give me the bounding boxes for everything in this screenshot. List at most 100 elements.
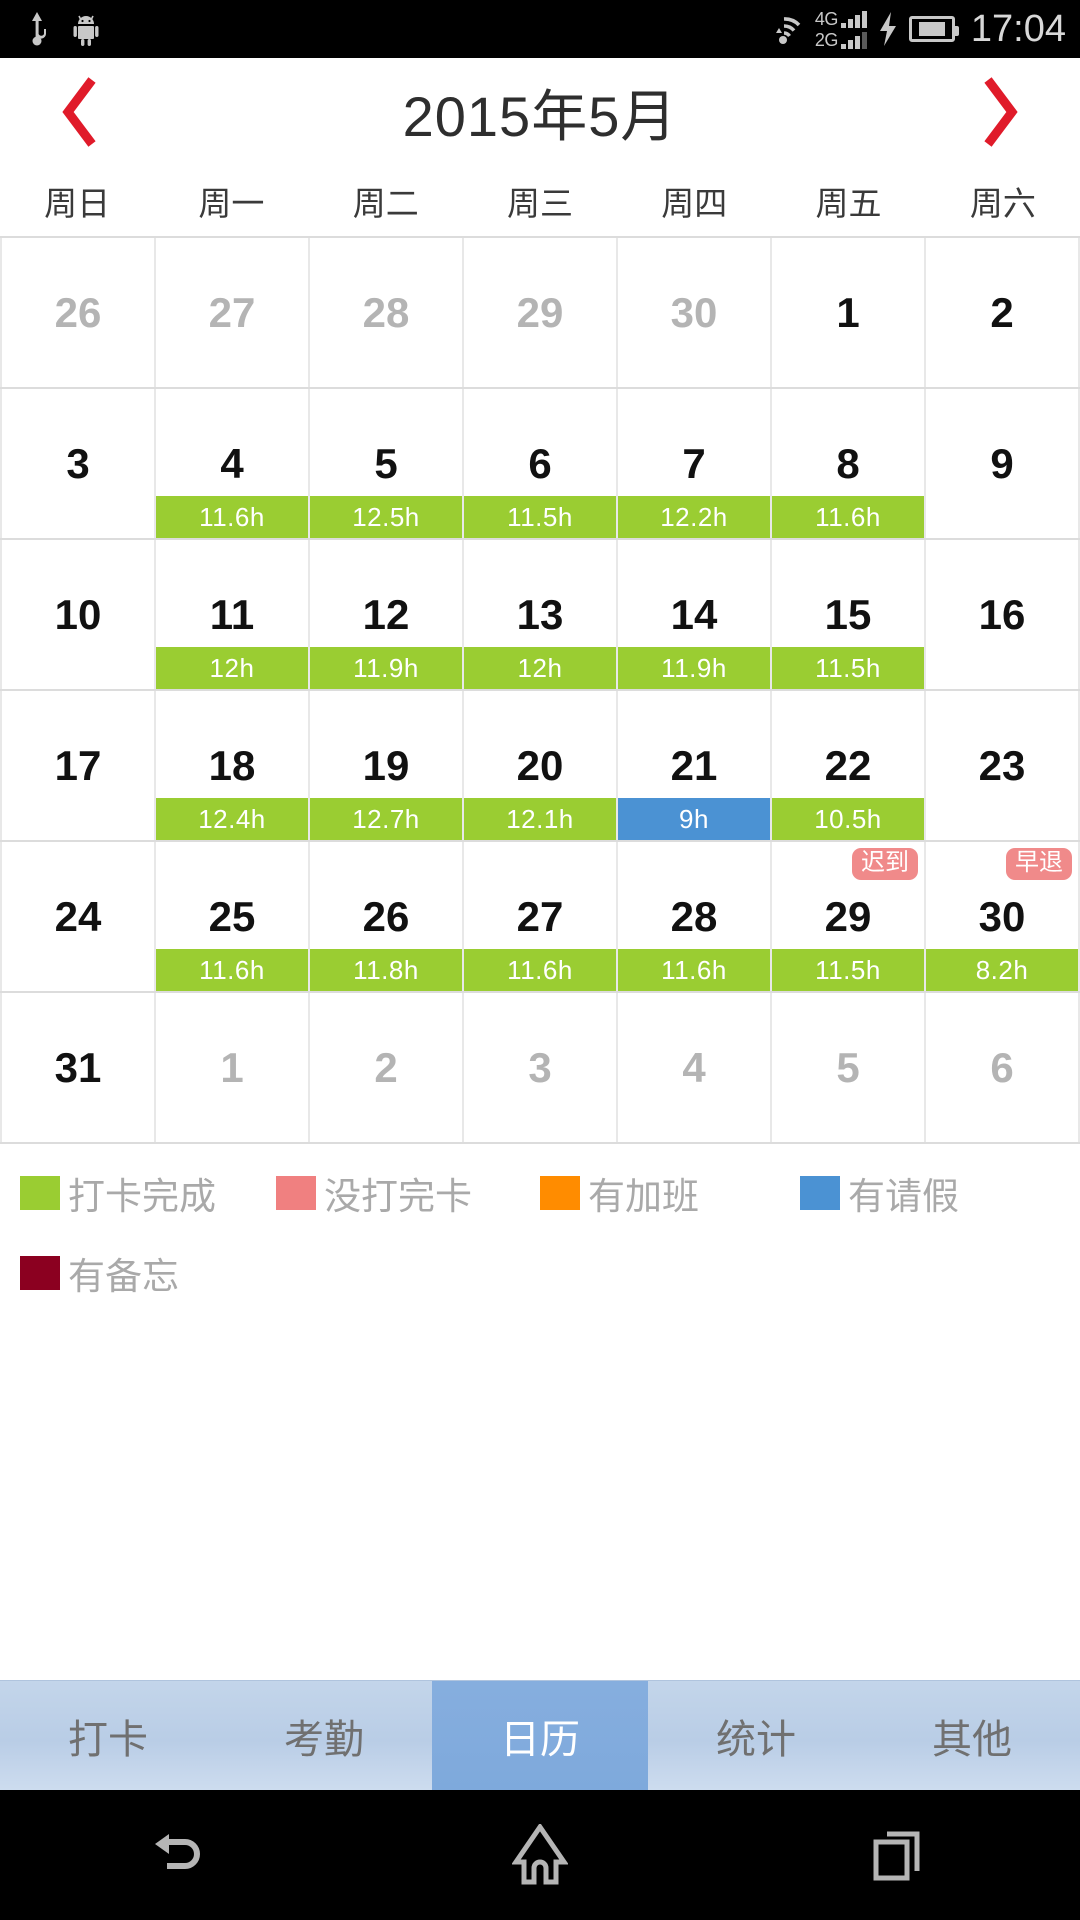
day-cell[interactable]: 5 bbox=[772, 993, 926, 1142]
day-cell[interactable]: 4 11.6h bbox=[156, 389, 310, 538]
day-number: 2 bbox=[374, 1043, 398, 1091]
hours-bar: 11.5h bbox=[772, 647, 924, 689]
day-number: 4 bbox=[220, 439, 244, 487]
day-cell[interactable]: 29 bbox=[464, 238, 618, 387]
day-number: 23 bbox=[978, 741, 1026, 789]
day-number: 14 bbox=[670, 590, 718, 638]
calendar-week-row: 26 27 28 29 30 1 2 bbox=[0, 238, 1080, 389]
day-cell[interactable]: 26 bbox=[0, 238, 156, 387]
day-cell[interactable]: 17 bbox=[0, 691, 156, 840]
day-cell[interactable]: 2 bbox=[926, 238, 1080, 387]
hours-bar: 11.5h bbox=[772, 949, 924, 991]
status-badge: 迟到 bbox=[852, 848, 918, 880]
tab-3[interactable]: 统计 bbox=[648, 1681, 864, 1790]
legend-color-swatch bbox=[276, 1176, 317, 1210]
day-number: 11 bbox=[209, 590, 255, 638]
day-cell[interactable]: 22 10.5h bbox=[772, 691, 926, 840]
day-cell[interactable]: 15 11.5h bbox=[772, 540, 926, 689]
legend-item: 打卡完成 bbox=[20, 1166, 262, 1220]
day-cell[interactable]: 14 11.9h bbox=[618, 540, 772, 689]
day-number: 28 bbox=[362, 288, 410, 336]
tab-0[interactable]: 打卡 bbox=[0, 1681, 216, 1790]
day-cell[interactable]: 9 bbox=[926, 389, 1080, 538]
hours-bar: 11.9h bbox=[618, 647, 770, 689]
recents-icon[interactable] bbox=[720, 1827, 1080, 1883]
day-number: 21 bbox=[670, 741, 718, 789]
net-secondary-label: 2G bbox=[814, 29, 839, 50]
day-cell[interactable]: 30 早退 8.2h bbox=[926, 842, 1080, 991]
tab-4[interactable]: 其他 bbox=[864, 1681, 1080, 1790]
tab-2[interactable]: 日历 bbox=[432, 1681, 648, 1790]
day-cell[interactable]: 18 12.4h bbox=[156, 691, 310, 840]
day-cell[interactable]: 13 12h bbox=[464, 540, 618, 689]
weekday-fri: 周五 bbox=[815, 185, 882, 222]
day-cell[interactable]: 31 bbox=[0, 993, 156, 1142]
day-cell[interactable]: 21 9h bbox=[618, 691, 772, 840]
legend-color-swatch bbox=[20, 1256, 60, 1290]
day-cell[interactable]: 26 11.8h bbox=[310, 842, 464, 991]
day-cell[interactable]: 3 bbox=[464, 993, 618, 1142]
day-number: 27 bbox=[208, 288, 256, 336]
day-number: 8 bbox=[836, 439, 860, 487]
usb-icon bbox=[26, 10, 48, 48]
day-cell[interactable]: 5 12.5h bbox=[310, 389, 464, 538]
day-cell[interactable]: 11 12h bbox=[156, 540, 310, 689]
day-number: 26 bbox=[54, 288, 102, 336]
hours-bar: 11.6h bbox=[464, 949, 616, 991]
home-icon[interactable] bbox=[360, 1824, 720, 1886]
day-number: 24 bbox=[54, 892, 102, 940]
day-number: 22 bbox=[824, 741, 872, 789]
day-number: 16 bbox=[978, 590, 1026, 638]
day-number: 2 bbox=[990, 288, 1014, 336]
day-cell[interactable]: 27 bbox=[156, 238, 310, 387]
legend-label: 有加班 bbox=[588, 1176, 699, 1217]
hours-bar: 12.1h bbox=[464, 798, 616, 840]
day-cell[interactable]: 3 bbox=[0, 389, 156, 538]
day-cell[interactable]: 1 bbox=[156, 993, 310, 1142]
day-number: 3 bbox=[66, 439, 90, 487]
prev-month-button[interactable] bbox=[52, 72, 108, 152]
day-number: 19 bbox=[362, 741, 410, 789]
day-cell[interactable]: 25 11.6h bbox=[156, 842, 310, 991]
day-cell[interactable]: 30 bbox=[618, 238, 772, 387]
day-cell[interactable]: 16 bbox=[926, 540, 1080, 689]
day-cell[interactable]: 12 11.9h bbox=[310, 540, 464, 689]
status-bar: 4G 2G 17:04 bbox=[0, 0, 1080, 58]
day-cell[interactable]: 1 bbox=[772, 238, 926, 387]
day-number: 10 bbox=[54, 590, 102, 638]
hours-bar: 12.4h bbox=[156, 798, 308, 840]
day-cell[interactable]: 10 bbox=[0, 540, 156, 689]
day-cell[interactable]: 24 bbox=[0, 842, 156, 991]
day-cell[interactable]: 6 11.5h bbox=[464, 389, 618, 538]
day-number: 20 bbox=[516, 741, 564, 789]
calendar-week-row: 31 1 2 3 4 5 6 bbox=[0, 993, 1080, 1144]
day-cell[interactable]: 28 11.6h bbox=[618, 842, 772, 991]
day-cell[interactable]: 19 12.7h bbox=[310, 691, 464, 840]
hours-bar: 11.5h bbox=[464, 496, 616, 538]
day-number: 15 bbox=[824, 590, 872, 638]
tab-1[interactable]: 考勤 bbox=[216, 1681, 432, 1790]
day-cell[interactable]: 8 11.6h bbox=[772, 389, 926, 538]
day-cell[interactable]: 4 bbox=[618, 993, 772, 1142]
day-cell[interactable]: 20 12.1h bbox=[464, 691, 618, 840]
day-number: 5 bbox=[836, 1043, 860, 1091]
day-cell[interactable]: 28 bbox=[310, 238, 464, 387]
legend-label: 有请假 bbox=[848, 1176, 959, 1217]
hours-bar: 9h bbox=[618, 798, 770, 840]
day-number: 1 bbox=[220, 1043, 244, 1091]
status-badge: 早退 bbox=[1006, 848, 1072, 880]
day-number: 5 bbox=[374, 439, 398, 487]
day-cell[interactable]: 6 bbox=[926, 993, 1080, 1142]
day-number: 26 bbox=[362, 892, 410, 940]
day-cell[interactable]: 7 12.2h bbox=[618, 389, 772, 538]
signal-bars-secondary bbox=[840, 31, 867, 49]
day-number: 17 bbox=[54, 741, 102, 789]
hours-bar: 12.7h bbox=[310, 798, 462, 840]
legend-label: 有备忘 bbox=[68, 1256, 179, 1297]
back-icon[interactable] bbox=[0, 1830, 360, 1880]
day-cell[interactable]: 29 迟到 11.5h bbox=[772, 842, 926, 991]
day-cell[interactable]: 23 bbox=[926, 691, 1080, 840]
day-cell[interactable]: 2 bbox=[310, 993, 464, 1142]
next-month-button[interactable] bbox=[972, 72, 1028, 152]
day-cell[interactable]: 27 11.6h bbox=[464, 842, 618, 991]
